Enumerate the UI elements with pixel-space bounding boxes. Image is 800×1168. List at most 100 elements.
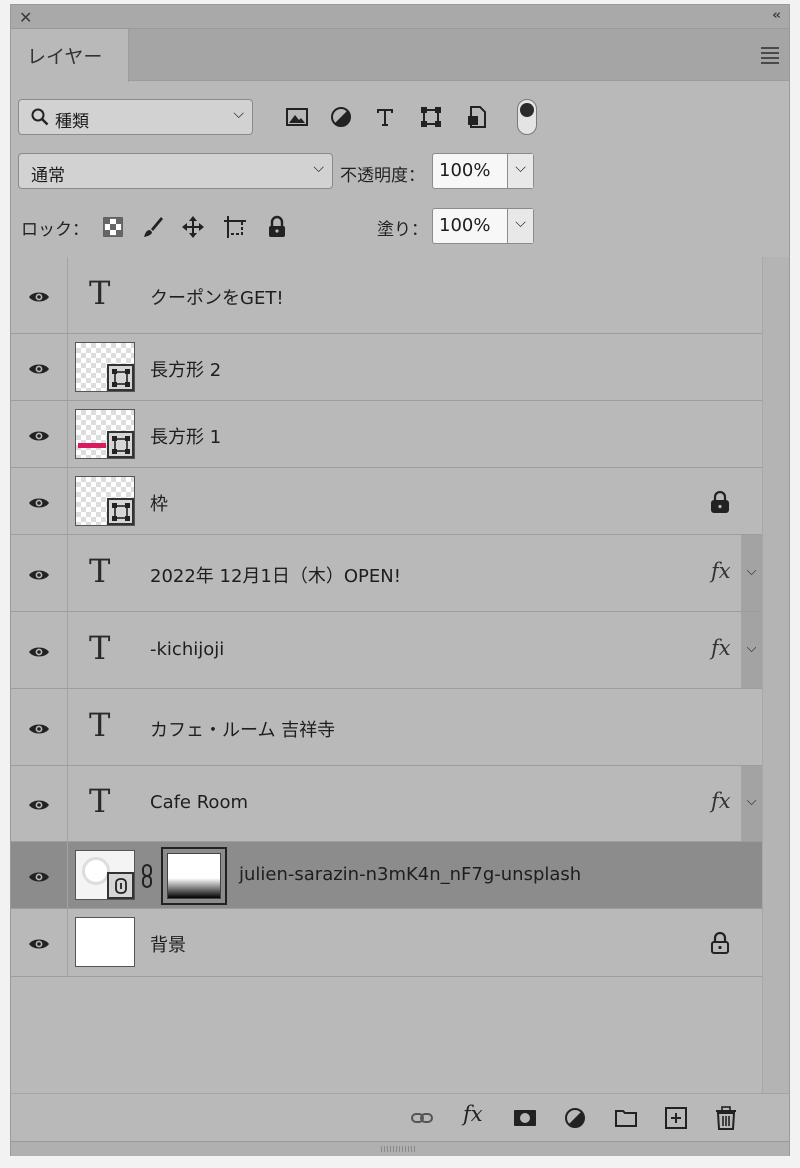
eye-icon [28,869,50,883]
shape-icon [107,363,134,391]
layer-row[interactable]: 枠 [11,468,762,535]
tab-bar: レイヤー [11,29,789,82]
visibility-toggle[interactable] [11,842,68,908]
fill-field[interactable]: 100% ⌵ [432,208,534,244]
lock-artboard-icon[interactable] [223,215,247,239]
layer-row[interactable]: 背景 [11,909,762,977]
new-layer-icon[interactable] [664,1106,688,1130]
blend-mode-select[interactable]: 通常 ⌵ [18,153,333,189]
chevron-down-icon[interactable]: ⌵ [507,154,533,188]
type-layer-icon: T [89,628,111,667]
chevron-down-icon[interactable]: ⌵ [741,535,762,611]
blend-mode-label: 通常 [31,166,65,186]
chevron-down-icon[interactable]: ⌵ [741,766,762,841]
panel-footer: fx [11,1093,789,1141]
layer-name: 2022年 12月1日（木）OPEN! [150,565,401,587]
eye-icon [28,644,50,658]
adjustment-filter-icon[interactable] [329,105,353,129]
fx-icon[interactable]: fx [711,789,731,813]
shape-filter-icon[interactable] [419,105,443,129]
layer-thumbnail [75,849,135,900]
chevron-down-icon[interactable]: ⌵ [507,209,533,243]
fx-icon[interactable]: fx [711,559,731,583]
lock-all-icon[interactable] [265,215,289,239]
mask-icon[interactable] [513,1106,537,1130]
eye-icon [28,428,50,442]
panel-menu-icon[interactable] [761,47,779,67]
chevron-down-icon: ⌵ [233,106,244,122]
layer-name: 長方形 1 [150,426,222,448]
layer-row[interactable]: 長方形 1 [11,401,762,468]
trash-icon[interactable] [714,1106,738,1130]
layer-row[interactable]: T カフェ・ルーム 吉祥寺 [11,689,762,766]
layer-name: 背景 [150,935,186,956]
eye-icon [28,797,50,811]
layer-thumbnail [75,341,135,392]
layer-row[interactable]: T -kichijoji fx ⌵ [11,612,762,689]
layer-row[interactable]: T Cafe Room fx ⌵ [11,766,762,842]
search-icon [31,108,49,126]
layer-row[interactable]: 長方形 2 [11,334,762,401]
resize-grip[interactable] [11,1141,789,1156]
visibility-toggle[interactable] [11,468,68,534]
fx-icon[interactable]: fx [463,1102,487,1126]
visibility-toggle[interactable] [11,535,68,611]
type-layer-icon: T [89,782,111,820]
smart-object-icon [107,871,134,899]
layer-thumbnail [75,917,135,967]
filter-kind-label: 種類 [55,112,89,132]
visibility-toggle[interactable] [11,612,68,688]
smart-object-filter-icon[interactable] [465,105,489,129]
layer-name: Cafe Room [150,792,248,813]
opacity-field[interactable]: 100% ⌵ [432,153,534,189]
visibility-toggle[interactable] [11,401,68,467]
opacity-label: 不透明度： [340,166,425,186]
layer-thumbnail [75,408,135,459]
layers-panel: ✕ ‹‹ レイヤー 種類 ⌵ 通常 ⌵ 不透明度： 100% ⌵ ロック： 塗り… [10,4,790,1156]
layer-name: クーポンをGET! [150,287,284,309]
shape-icon [107,497,134,525]
eye-icon [28,495,50,509]
chain-link-icon[interactable] [140,863,154,888]
layer-thumbnail [75,475,135,526]
folder-icon[interactable] [614,1106,638,1130]
layer-row[interactable]: T 2022年 12月1日（木）OPEN! fx ⌵ [11,535,762,612]
layer-row[interactable]: julien-sarazin-n3mK4n_nF7g-unsplash [11,842,762,909]
lock-icon [710,931,730,954]
layer-name: 長方形 2 [150,359,222,381]
visibility-toggle[interactable] [11,689,68,765]
lock-image-icon[interactable] [141,215,165,239]
adjustment-icon[interactable] [563,1106,587,1130]
filter-kind-select[interactable]: 種類 ⌵ [18,99,253,135]
fill-label: 塗り： [377,220,428,240]
layers-scrollbar[interactable] [762,257,789,1093]
eye-icon [28,721,50,735]
type-filter-icon[interactable] [373,105,397,129]
chevron-down-icon: ⌵ [313,160,324,176]
visibility-toggle[interactable] [11,766,68,841]
visibility-toggle[interactable] [11,909,68,976]
layers-list: T クーポンをGET! 長方形 2 長方形 1 枠 T 2022年 12月1日（木）OPEN… [11,257,762,977]
eye-icon [28,936,50,950]
layer-name: カフェ・ルーム 吉祥寺 [150,719,336,741]
visibility-toggle[interactable] [11,334,68,400]
layer-row[interactable]: T クーポンをGET! [11,257,762,334]
tab-layers[interactable]: レイヤー [11,29,129,82]
close-icon[interactable]: ✕ [19,8,32,27]
collapse-icon[interactable]: ‹‹ [772,8,781,23]
lock-position-icon[interactable] [181,215,205,239]
image-filter-icon[interactable] [285,105,309,129]
layer-name: julien-sarazin-n3mK4n_nF7g-unsplash [239,863,582,885]
layer-mask-thumbnail[interactable] [161,846,227,905]
filter-toggle[interactable] [517,99,537,135]
lock-label: ロック： [21,220,89,240]
chevron-down-icon[interactable]: ⌵ [741,612,762,688]
lock-icon [710,490,730,513]
type-layer-icon: T [89,551,111,590]
opacity-value: 100% [439,160,491,181]
visibility-toggle[interactable] [11,257,68,333]
link-icon[interactable] [410,1106,434,1130]
lock-transparent-icon[interactable] [101,215,125,239]
panel-titlebar: ✕ ‹‹ [11,5,789,29]
fx-icon[interactable]: fx [711,636,731,660]
